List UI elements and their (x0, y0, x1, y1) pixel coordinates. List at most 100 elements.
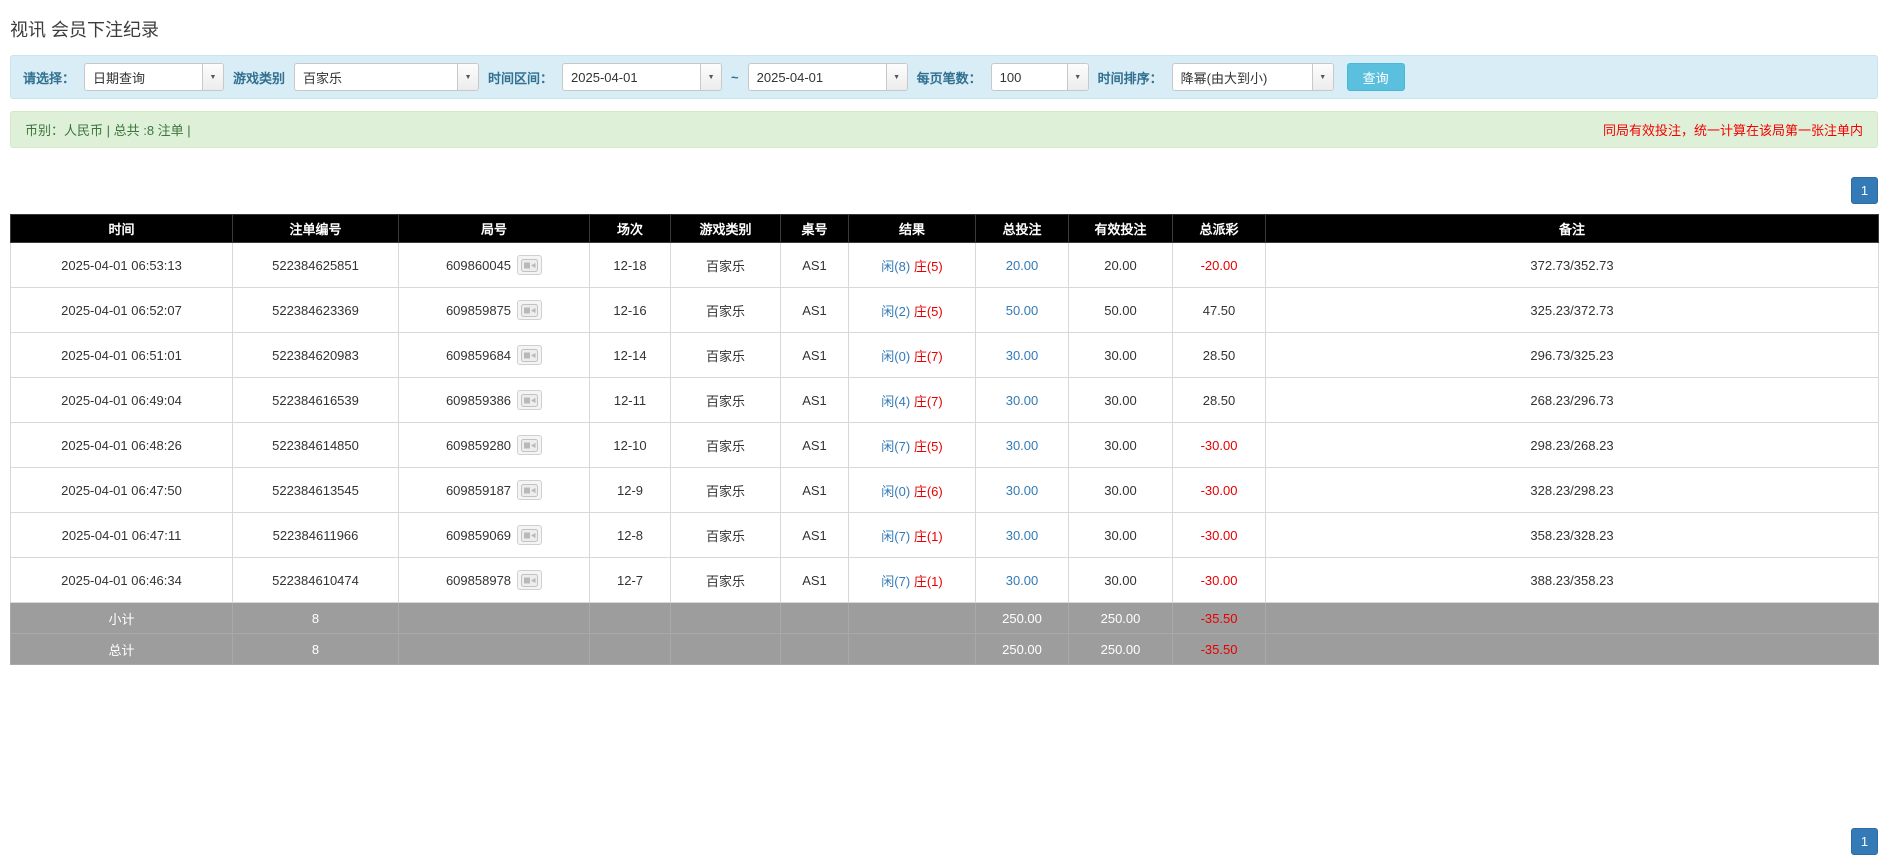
bet-time: 2025-04-01 06:47:11 (10, 512, 233, 558)
valid-bet: 30.00 (1068, 557, 1173, 603)
valid-bet: 30.00 (1068, 332, 1173, 378)
total-bet-link[interactable]: 30.00 (1006, 438, 1039, 453)
round-cell: 609859280 (398, 422, 590, 468)
game-type-select[interactable]: 百家乐 ▼ (294, 63, 480, 91)
session: 12-11 (589, 377, 671, 423)
payout: -30.00 (1172, 422, 1266, 468)
table-row: 2025-04-01 06:49:04 522384616539 609859386… (10, 377, 1879, 423)
total-bet-link[interactable]: 30.00 (1006, 528, 1039, 543)
total-bet-link[interactable]: 30.00 (1006, 393, 1039, 408)
total-bet-cell: 50.00 (975, 287, 1069, 333)
chevron-down-icon[interactable]: ▼ (1066, 64, 1088, 90)
video-replay-icon[interactable] (517, 345, 543, 365)
video-replay-icon[interactable] (517, 480, 543, 500)
round-cell: 609859386 (398, 377, 590, 423)
round-cell: 609859187 (398, 467, 590, 513)
chevron-down-icon[interactable]: ▼ (457, 64, 479, 90)
video-replay-icon[interactable] (517, 570, 543, 590)
chevron-down-icon[interactable]: ▼ (700, 64, 722, 90)
remark: 388.23/358.23 (1265, 557, 1879, 603)
video-replay-icon[interactable] (517, 255, 543, 275)
currency-total-text: 币别：人民币 | 总共 :8 注单 | (25, 123, 191, 138)
result-banker: 庄(5) (913, 303, 943, 319)
bet-time: 2025-04-01 06:52:07 (10, 287, 233, 333)
search-button[interactable]: 查询 (1346, 63, 1405, 91)
column-header: 桌号 (780, 214, 849, 243)
column-header: 有效投注 (1068, 214, 1173, 243)
summary-bar: 币别：人民币 | 总共 :8 注单 | 同局有效投注，统一计算在该局第一张注单内 (10, 111, 1878, 148)
remark: 328.23/298.23 (1265, 467, 1879, 513)
total-bet-link[interactable]: 30.00 (1006, 573, 1039, 588)
footer-valid-bet: 250.00 (1068, 633, 1173, 665)
bet-time: 2025-04-01 06:46:34 (10, 557, 233, 603)
pagination-bottom: 1 (1851, 828, 1878, 855)
remark: 372.73/352.73 (1265, 242, 1879, 288)
total-bet-link[interactable]: 50.00 (1006, 303, 1039, 318)
date-from-select[interactable]: 2025-04-01 ▼ (562, 63, 723, 91)
table-header-row: 时间 注单编号 局号 场次 游戏类别 桌号 结果 总投注 有效投注 总派彩 备注 (10, 214, 1879, 243)
query-type-select[interactable]: 日期查询 ▼ (84, 63, 225, 91)
game-type: 百家乐 (670, 332, 781, 378)
sort-label: 时间排序： (1097, 70, 1163, 86)
valid-bet: 20.00 (1068, 242, 1173, 288)
game-type: 百家乐 (670, 242, 781, 288)
column-header: 时间 (10, 214, 233, 243)
footer-empty (848, 602, 976, 634)
table-number: AS1 (780, 242, 849, 288)
round-id: 609859684 (445, 347, 512, 363)
total-bet-cell: 30.00 (975, 422, 1069, 468)
date-to-value: 2025-04-01 (756, 69, 824, 85)
bet-time: 2025-04-01 06:53:13 (10, 242, 233, 288)
page-number-button[interactable]: 1 (1851, 177, 1878, 204)
bet-id: 522384625851 (232, 242, 399, 288)
valid-bet: 30.00 (1068, 512, 1173, 558)
video-replay-icon[interactable] (517, 435, 543, 455)
game-type: 百家乐 (670, 377, 781, 423)
result-cell: 闲(2) 庄(5) (848, 287, 976, 333)
total-bet-link[interactable]: 20.00 (1006, 258, 1039, 273)
round-id: 609859875 (445, 302, 512, 318)
table-row: 2025-04-01 06:47:11 522384611966 609859069… (10, 512, 1879, 558)
round-id: 609860045 (445, 257, 512, 273)
footer-empty (848, 633, 976, 665)
chevron-down-icon[interactable]: ▼ (202, 64, 224, 90)
page-number-button[interactable]: 1 (1851, 828, 1878, 855)
remark: 268.23/296.73 (1265, 377, 1879, 423)
footer-empty (1265, 633, 1879, 665)
footer-count: 8 (232, 633, 399, 665)
video-replay-icon[interactable] (517, 300, 543, 320)
date-range-label: 时间区间： (488, 70, 554, 86)
game-type-value: 百家乐 (303, 70, 343, 86)
game-type: 百家乐 (670, 287, 781, 333)
total-bet-link[interactable]: 30.00 (1006, 348, 1039, 363)
total-bet-link[interactable]: 30.00 (1006, 483, 1039, 498)
sort-order-select[interactable]: 降幂(由大到小) ▼ (1171, 63, 1334, 91)
column-header: 结果 (848, 214, 976, 243)
bet-id: 522384620983 (232, 332, 399, 378)
round-cell: 609858978 (398, 557, 590, 603)
page-size-label: 每页笔数： (916, 70, 982, 86)
bet-id: 522384613545 (232, 467, 399, 513)
result-player: 闲(2) (881, 303, 911, 319)
valid-bet: 30.00 (1068, 467, 1173, 513)
chevron-down-icon[interactable]: ▼ (1311, 64, 1333, 90)
session: 12-16 (589, 287, 671, 333)
valid-bet: 30.00 (1068, 422, 1173, 468)
round-cell: 609860045 (398, 242, 590, 288)
sort-order-value: 降幂(由大到小) (1180, 70, 1268, 86)
footer-payout: -35.50 (1172, 602, 1266, 634)
result-banker: 庄(5) (913, 258, 943, 274)
result-cell: 闲(0) 庄(6) (848, 467, 976, 513)
footer-empty (780, 633, 849, 665)
page-size-select[interactable]: 100 ▼ (990, 63, 1089, 91)
total-bet-cell: 30.00 (975, 332, 1069, 378)
video-replay-icon[interactable] (517, 390, 543, 410)
video-replay-icon[interactable] (517, 525, 543, 545)
result-player: 闲(7) (881, 438, 911, 454)
footer-empty (398, 602, 590, 634)
result-player: 闲(7) (881, 528, 911, 544)
chevron-down-icon[interactable]: ▼ (885, 64, 907, 90)
footer-empty (670, 633, 781, 665)
payout: -20.00 (1172, 242, 1266, 288)
date-to-select[interactable]: 2025-04-01 ▼ (747, 63, 908, 91)
